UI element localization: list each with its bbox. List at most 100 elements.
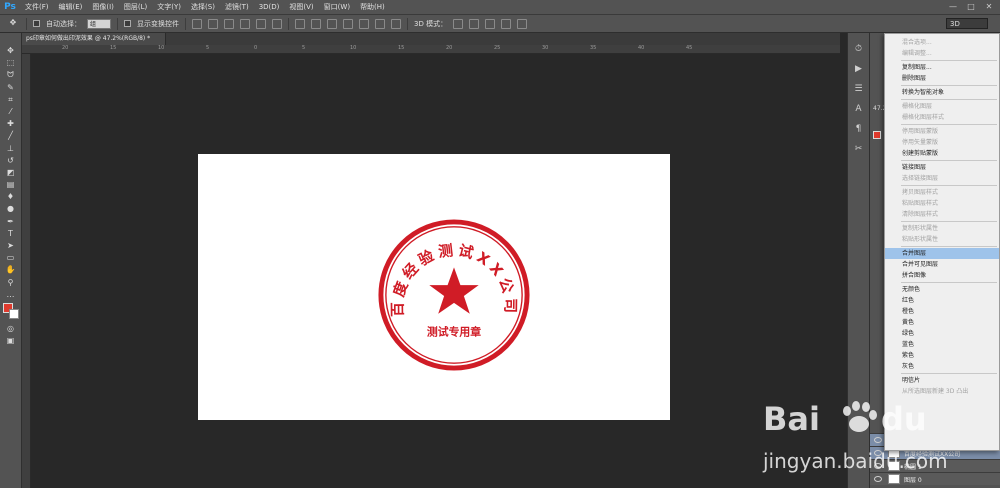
top-ruler: 20 15 10 5 0 5 10 15 20 25 30 35 40 45 (22, 45, 840, 54)
tools-preset-icon[interactable]: ✂ (853, 143, 865, 155)
context-menu-item[interactable]: 红色 (885, 295, 999, 306)
menu-item-2[interactable]: 图像(I) (87, 0, 119, 15)
align-left-icon[interactable] (240, 18, 250, 29)
lasso-tool-icon[interactable]: ᗢ (4, 69, 18, 81)
type-tool-icon[interactable]: T (4, 228, 18, 240)
menu-item-8[interactable]: 视图(V) (284, 0, 318, 15)
paragraph-panel-icon[interactable]: ¶ (853, 123, 865, 135)
history-panel-icon[interactable]: ⏱ (853, 43, 865, 55)
move-tool-icon[interactable]: ✥ (6, 17, 20, 29)
actions-panel-icon[interactable]: ▶ (853, 63, 865, 75)
color-panel-swatch[interactable] (873, 131, 881, 139)
auto-select-dropdown[interactable]: 组 (87, 18, 111, 29)
brush-tool-icon[interactable]: ╱ (4, 130, 18, 142)
context-menu-item[interactable]: 删除图层 (885, 73, 999, 84)
menu-item-4[interactable]: 文字(Y) (152, 0, 186, 15)
distribute-right-icon[interactable] (375, 18, 385, 29)
eye-icon[interactable] (874, 437, 882, 443)
eye-icon[interactable] (874, 450, 882, 456)
distribute-bottom-icon[interactable] (327, 18, 337, 29)
menu-item-5[interactable]: 选择(S) (186, 0, 220, 15)
zoom-tool-icon[interactable]: ⚲ (4, 277, 18, 289)
distribute-center-icon[interactable] (359, 18, 369, 29)
menu-item-7[interactable]: 3D(D) (254, 0, 285, 15)
dodge-tool-icon[interactable]: ● (4, 203, 18, 215)
photoshop-logo: Ps (4, 2, 16, 12)
context-menu-item[interactable]: 复制图层... (885, 62, 999, 73)
workspace-dropdown[interactable]: 3D (946, 18, 988, 29)
eraser-tool-icon[interactable]: ◩ (4, 167, 18, 179)
context-menu-item[interactable]: 灰色 (885, 361, 999, 372)
align-top-icon[interactable] (192, 18, 202, 29)
layer-name: 椭圆 1 (904, 464, 922, 471)
context-menu-item[interactable]: 绿色 (885, 328, 999, 339)
menu-item-3[interactable]: 图层(L) (119, 0, 152, 15)
distribute-top-icon[interactable] (295, 18, 305, 29)
pen-tool-icon[interactable]: ✒ (4, 216, 18, 228)
3d-pan-icon[interactable] (485, 18, 496, 29)
healing-brush-tool-icon[interactable]: ✚ (4, 118, 18, 130)
align-middle-icon[interactable] (208, 18, 218, 29)
history-brush-tool-icon[interactable]: ↺ (4, 155, 18, 167)
context-menu-item[interactable]: 紫色 (885, 350, 999, 361)
align-center-icon[interactable] (256, 18, 266, 29)
move-tool-icon[interactable]: ✥ (4, 45, 18, 57)
align-right-icon[interactable] (272, 18, 282, 29)
context-menu-item[interactable]: 合并图层 (885, 248, 999, 259)
3d-roll-icon[interactable] (469, 18, 480, 29)
quick-mask-icon[interactable]: ◎ (4, 323, 18, 335)
blur-tool-icon[interactable]: ♦ (4, 191, 18, 203)
context-menu-item[interactable]: 橙色 (885, 306, 999, 317)
menu-item-9[interactable]: 窗口(W) (319, 0, 355, 15)
show-transform-checkbox[interactable] (124, 20, 131, 27)
layer-row[interactable]: 图层 0 (870, 472, 1000, 485)
eye-icon[interactable] (874, 476, 882, 482)
menu-item-1[interactable]: 编辑(E) (54, 0, 88, 15)
menu-item-10[interactable]: 帮助(H) (355, 0, 390, 15)
context-menu-item[interactable]: 链接图层 (885, 162, 999, 173)
marquee-tool-icon[interactable]: ⬚ (4, 57, 18, 69)
context-menu-item[interactable]: 创建剪贴蒙版 (885, 148, 999, 159)
layer-row[interactable]: 椭圆 1 (870, 459, 1000, 472)
context-menu-item[interactable]: 黄色 (885, 317, 999, 328)
auto-align-icon[interactable] (391, 18, 401, 29)
color-swatches[interactable] (2, 302, 19, 319)
close-button[interactable]: ✕ (982, 2, 996, 12)
3d-scale-icon[interactable] (517, 18, 528, 29)
eye-icon[interactable] (874, 463, 882, 469)
distribute-middle-icon[interactable] (311, 18, 321, 29)
context-menu-item[interactable]: 明信片 (885, 375, 999, 386)
context-menu-item[interactable]: 合并可见图层 (885, 259, 999, 270)
context-menu-item[interactable]: 转换为智能对象 (885, 87, 999, 98)
more-tools-icon[interactable]: … (4, 289, 18, 301)
document-tab[interactable]: ps印章如何做出印泥效果 @ 47.2%(RGB/8) * (22, 33, 166, 45)
properties-panel-icon[interactable]: ☰ (853, 83, 865, 95)
character-panel-icon[interactable]: A (853, 103, 865, 115)
context-menu-separator (901, 99, 997, 100)
menu-item-6[interactable]: 滤镜(T) (220, 0, 254, 15)
path-select-tool-icon[interactable]: ➤ (4, 240, 18, 252)
ruler-tick-label: 30 (542, 45, 549, 51)
gradient-tool-icon[interactable]: ▤ (4, 179, 18, 191)
distribute-left-icon[interactable] (343, 18, 353, 29)
context-menu-item[interactable]: 拼合图像 (885, 270, 999, 281)
canvas-area[interactable]: 百度经验测试XX公司 测试专用章 (31, 54, 840, 488)
hand-tool-icon[interactable]: ✋ (4, 264, 18, 276)
align-bottom-icon[interactable] (224, 18, 234, 29)
shape-tool-icon[interactable]: ▭ (4, 252, 18, 264)
context-menu-item[interactable]: 无颜色 (885, 284, 999, 295)
maximize-button[interactable]: □ (964, 2, 978, 12)
clone-stamp-tool-icon[interactable]: ⊥ (4, 143, 18, 155)
eyedropper-tool-icon[interactable]: ⁄ (4, 106, 18, 118)
seal-bottom-text: 测试专用章 (427, 324, 481, 338)
context-menu-item[interactable]: 蓝色 (885, 339, 999, 350)
background-color-swatch[interactable] (8, 308, 19, 319)
screen-mode-icon[interactable]: ▣ (4, 335, 18, 347)
crop-tool-icon[interactable]: ⌗ (4, 94, 18, 106)
menu-item-0[interactable]: 文件(F) (20, 0, 54, 15)
3d-slide-icon[interactable] (501, 18, 512, 29)
3d-rotate-icon[interactable] (453, 18, 464, 29)
minimize-button[interactable]: — (946, 2, 960, 12)
quick-select-tool-icon[interactable]: ✎ (4, 82, 18, 94)
auto-select-checkbox[interactable] (33, 20, 40, 27)
